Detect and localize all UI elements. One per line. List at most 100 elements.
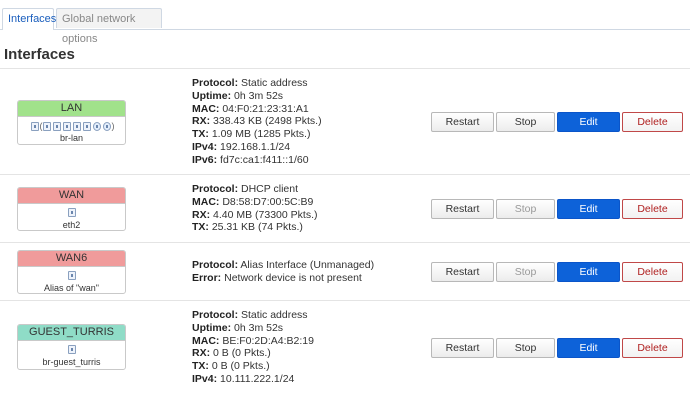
wifi-icon [102,121,111,131]
status-line: IPv6: fd7c:ca1:f411::1/60 [192,154,322,167]
status-line: Protocol: DHCP client [192,183,317,196]
status-key: MAC: [192,195,220,208]
status-line: Uptime: 0h 3m 52s [192,322,314,335]
interface-status: Protocol: Alias Interface (Unmanaged) Er… [192,259,374,285]
alias-icon [67,271,76,281]
status-key: MAC: [192,334,220,347]
stop-button[interactable]: Stop [496,112,555,132]
status-value: 0h 3m 52s [231,321,284,334]
status-line: IPv4: 192.168.1.1/24 [192,141,322,154]
device-name: Alias of "wan" [44,283,99,293]
status-value: Static address [238,309,308,321]
ethernet-port-icon [82,121,91,131]
status-value: 25.31 KB (74 Pkts.) [208,221,303,234]
status-key: Uptime: [192,321,232,334]
bridge-icon [67,345,76,355]
status-line: MAC: BE:F0:2D:A4:B2:19 [192,335,314,348]
status-line: TX: 1.09 MB (1285 Pkts.) [192,128,322,141]
stop-button[interactable]: Stop [496,338,555,358]
status-line: TX: 0 B (0 Pkts.) [192,360,314,373]
status-key: IPv6: [192,153,218,166]
restart-button[interactable]: Restart [431,262,494,282]
stop-button[interactable]: Stop [496,262,555,282]
status-key: MAC: [192,102,220,115]
status-key: IPv4: [192,372,218,385]
status-line: MAC: 04:F0:21:23:31:A1 [192,103,322,116]
interface-status: Protocol: DHCP client MAC: D8:58:D7:00:5… [192,183,317,234]
device-icons: () [18,119,125,133]
status-line: RX: 0 B (0 Pkts.) [192,347,314,360]
edit-button[interactable]: Edit [557,338,620,358]
stop-button[interactable]: Stop [496,199,555,219]
bracket-close-glyph: ) [111,121,115,131]
edit-button[interactable]: Edit [557,262,620,282]
interface-name: WAN6 [18,251,125,267]
restart-button[interactable]: Restart [431,338,494,358]
tab-global-network-options[interactable]: Global network options [56,8,162,45]
status-line: RX: 4.40 MB (73300 Pkts.) [192,209,317,222]
restart-button[interactable]: Restart [431,199,494,219]
status-value: 0 B (0 Pkts.) [208,360,270,373]
delete-button[interactable]: Delete [622,338,683,358]
tab-bar: Interfaces Global network options [0,8,690,45]
ethernet-port-icon [52,121,61,131]
status-value: 192.168.1.1/24 [217,140,291,153]
device-icons [18,343,125,357]
status-key: Uptime: [192,89,232,102]
interface-row-wan: WAN eth2 Protocol: DHCP client MAC: D8:5… [0,174,690,242]
interface-badge-guest-turris: GUEST_TURRIS br-guest_turris [17,324,126,370]
status-value: Static address [238,77,308,89]
device-name: br-lan [59,133,83,143]
status-value: Alias Interface (Unmanaged) [238,259,375,271]
status-value: 0 B (0 Pkts.) [210,347,271,360]
status-value: 10.111.222.1/24 [217,372,295,385]
ethernet-port-icon [42,121,51,131]
status-key: TX: [192,360,209,373]
ethernet-port-icon [62,121,71,131]
interface-row-lan: LAN () br-lan Protocol: Static address U… [0,68,690,174]
status-key: Protocol: [192,259,239,271]
delete-button[interactable]: Delete [622,199,683,219]
ethernet-port-icon [72,121,81,131]
interface-status: Protocol: Static address Uptime: 0h 3m 5… [192,309,314,386]
interface-name: WAN [18,188,125,204]
device-icons [18,269,125,283]
interface-row-wan6: WAN6 Alias of "wan" Protocol: Alias Inte… [0,242,690,300]
status-line: IPv4: 10.111.222.1/24 [192,373,314,386]
status-line: Error: Network device is not present [192,272,374,285]
status-line: RX: 338.43 KB (2498 Pkts.) [192,115,322,128]
status-key: TX: [192,128,209,141]
status-value: 4.40 MB (73300 Pkts.) [210,208,318,221]
status-value: D8:58:D7:00:5C:B9 [219,195,314,208]
status-value: BE:F0:2D:A4:B2:19 [219,334,314,347]
status-value: 1.09 MB (1285 Pkts.) [208,128,311,141]
tab-interfaces[interactable]: Interfaces [2,8,56,30]
status-key: Protocol: [192,183,239,195]
restart-button[interactable]: Restart [431,112,494,132]
edit-button[interactable]: Edit [557,112,620,132]
delete-button[interactable]: Delete [622,112,683,132]
interface-name: LAN [18,101,125,117]
status-value: Network device is not present [221,271,362,284]
status-key: IPv4: [192,140,218,153]
status-line: Protocol: Alias Interface (Unmanaged) [192,259,374,272]
interface-name: GUEST_TURRIS [18,325,125,341]
page-title: Interfaces [4,46,75,63]
status-line: Uptime: 0h 3m 52s [192,90,322,103]
edit-button[interactable]: Edit [557,199,620,219]
delete-button[interactable]: Delete [622,262,683,282]
status-key: RX: [192,347,211,360]
status-value: 0h 3m 52s [231,89,284,102]
status-key: TX: [192,221,209,234]
ethernet-port-icon [67,208,76,218]
status-value: 338.43 KB (2498 Pkts.) [210,115,322,128]
status-key: Error: [192,271,222,284]
status-line: TX: 25.31 KB (74 Pkts.) [192,221,317,234]
interface-badge-wan: WAN eth2 [17,187,126,231]
status-value: DHCP client [238,183,299,195]
wifi-icon [92,121,101,131]
status-line: MAC: D8:58:D7:00:5C:B9 [192,196,317,209]
status-line: Protocol: Static address [192,309,314,322]
status-value: 04:F0:21:23:31:A1 [219,102,309,115]
interface-badge-lan: LAN () br-lan [17,100,126,145]
